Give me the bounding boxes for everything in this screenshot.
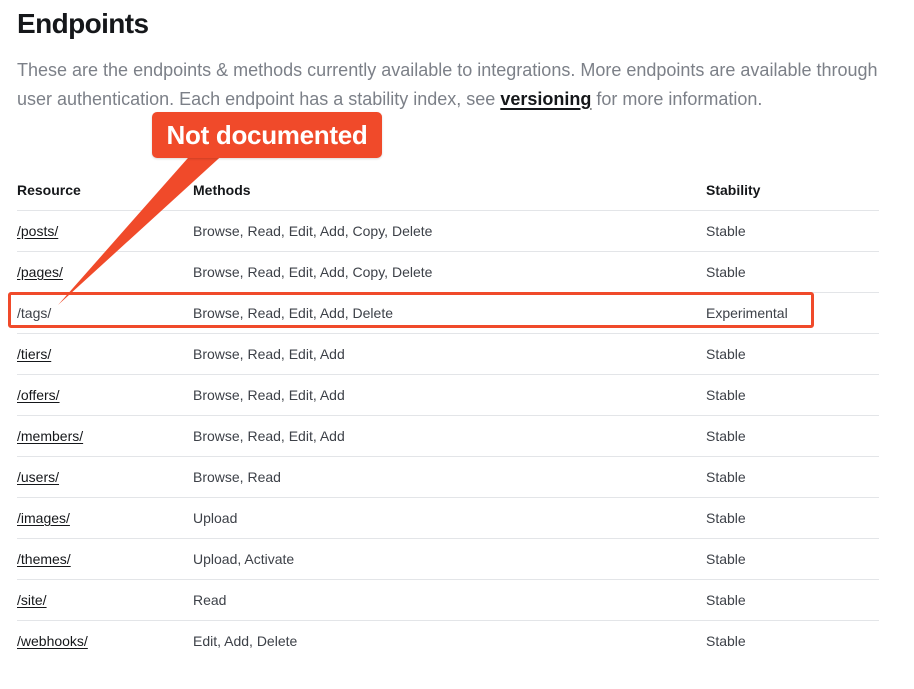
table-row: /tags/Browse, Read, Edit, Add, Delete Exp… [17, 292, 879, 334]
column-header-resource: Resource [17, 170, 193, 211]
stability-cell: Stable [706, 633, 746, 649]
resource-link[interactable]: /users/ [17, 469, 59, 485]
resource-link[interactable]: /posts/ [17, 223, 58, 239]
methods-cell: Browse, Read, Edit, Add, Copy, Delete [193, 210, 706, 252]
resource-cell: /posts/ [17, 210, 193, 252]
table-row: /tiers/Browse, Read, Edit, Add Stable [17, 333, 879, 375]
methods-cell: Browse, Read, Edit, Add, Delete [193, 292, 706, 334]
versioning-link[interactable]: versioning [500, 89, 591, 109]
stability-cell: Experimental [706, 292, 879, 334]
stability-cell: Stable [706, 538, 879, 580]
methods-cell: Browse, Read [193, 456, 706, 498]
table-row: /pages/Browse, Read, Edit, Add, Copy, De… [17, 251, 879, 293]
table-row: /users/Browse, Read Stable [17, 456, 879, 498]
resource-link[interactable]: /webhooks/ [17, 633, 88, 649]
methods-cell: Browse, Read, Edit, Add [193, 333, 706, 375]
methods-cell: Edit, Add, Delete [193, 633, 298, 649]
methods-cell: Browse, Read, Edit, Add [193, 374, 706, 416]
intro-text-after: for more information. [591, 88, 763, 109]
stability-cell: Stable [706, 456, 879, 498]
stability-cell: Stable [706, 497, 879, 539]
resource-cell: /webhooks/ [17, 621, 193, 662]
stability-cell: Stable [706, 374, 879, 416]
methods-cell: Browse, Read, Edit, Add, Copy, Delete [193, 251, 706, 293]
endpoints-table: Resource Methods Stability /posts/Browse… [17, 170, 879, 661]
resource-link[interactable]: /themes/ [17, 551, 71, 567]
resource-link[interactable]: /site/ [17, 592, 47, 608]
resource-cell: /users/ [17, 456, 193, 498]
not-documented-callout: Not documented [152, 112, 382, 158]
resource-cell: /pages/ [17, 251, 193, 293]
stability-cell: Stable [706, 251, 879, 293]
intro-paragraph: These are the endpoints & methods curren… [17, 56, 879, 113]
methods-cell: Read [193, 579, 706, 621]
methods-cell: Upload [193, 497, 706, 539]
resource-link[interactable]: /members/ [17, 428, 83, 444]
resource-cell: /tiers/ [17, 333, 193, 375]
page-title: Endpoints [17, 8, 149, 39]
methods-cell: Browse, Read, Edit, Add [193, 415, 706, 457]
resource-cell: /offers/ [17, 374, 193, 416]
table-row: /posts/Browse, Read, Edit, Add, Copy, De… [17, 210, 879, 252]
stability-cell: Stable [706, 579, 879, 621]
resource-cell: /tags/ [17, 292, 193, 334]
stability-cell: Stable [706, 210, 879, 252]
resource-link[interactable]: /tiers/ [17, 346, 51, 362]
column-header-stability: Stability [706, 170, 879, 211]
table-row: /themes/Upload, Activate Stable [17, 538, 879, 580]
table-header-row: Resource Methods Stability [17, 170, 879, 211]
methods-cell: Upload, Activate [193, 538, 706, 580]
table-row: /offers/Browse, Read, Edit, Add Stable [17, 374, 879, 416]
stability-cell: Stable [706, 415, 879, 457]
resource-cell: /site/ [17, 579, 193, 621]
table-row: /members/Browse, Read, Edit, Add Stable [17, 415, 879, 457]
stability-cell: Stable [706, 333, 879, 375]
resource-link[interactable]: /offers/ [17, 387, 60, 403]
resource-link[interactable]: /pages/ [17, 264, 63, 280]
resource-cell: /members/ [17, 415, 193, 457]
table-row: /images/Upload Stable [17, 497, 879, 539]
column-header-methods: Methods [193, 170, 706, 211]
resource-cell: /themes/ [17, 538, 193, 580]
table-row: /site/Read Stable [17, 579, 879, 621]
resource-link[interactable]: /images/ [17, 510, 70, 526]
resource-cell: /images/ [17, 497, 193, 539]
resource-text: /tags/ [17, 305, 52, 321]
table-row: /webhooks/Edit, Add, Delete Stable [17, 621, 879, 662]
